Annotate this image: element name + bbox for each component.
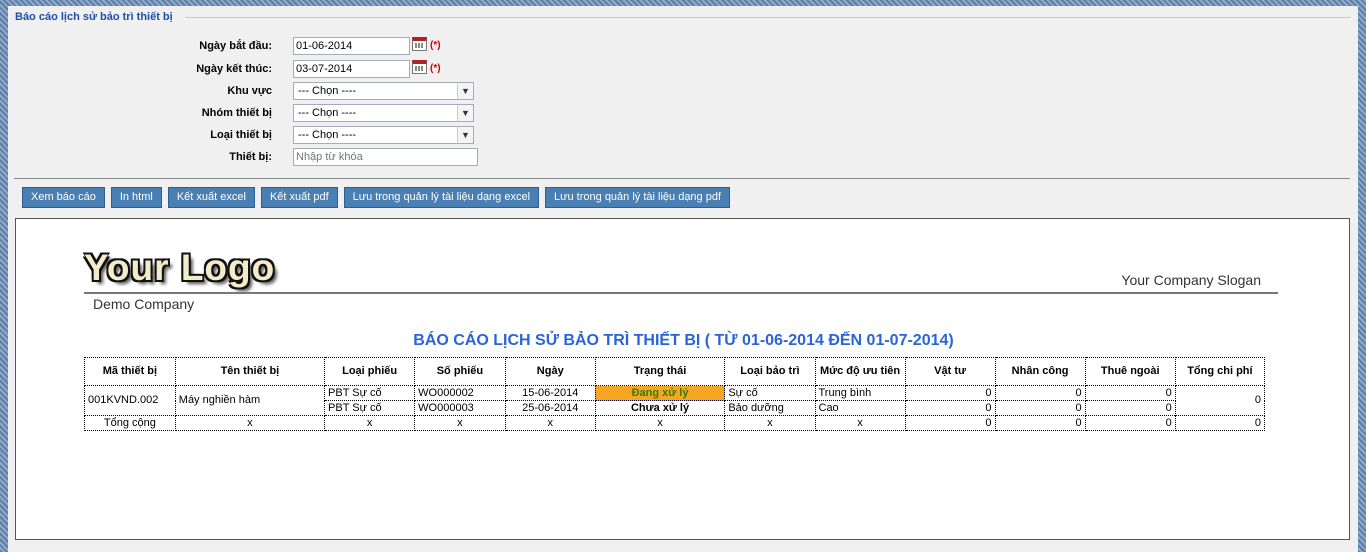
table-row: 001KVND.002 Máy nghiền hàm PBT Sự cố WO0… (84, 385, 1266, 416)
legend-divider (186, 17, 1350, 18)
chevron-down-icon[interactable]: ▼ (457, 127, 473, 143)
start-date-label: Ngày bắt đầu: (199, 40, 272, 52)
column-header: Tên thiết bị (174, 357, 326, 386)
start-date-input[interactable] (293, 37, 410, 55)
ticket-type-cell: PBT Sự cố (324, 400, 416, 416)
maintenance-history-table: Mã thiết bị Tên thiết bị Loại phiếu Số p… (84, 357, 1266, 431)
export-excel-button[interactable]: Kết xuất excel (167, 187, 255, 208)
save-excel-button[interactable]: Lưu trong quản lý tài liệu dạng excel (343, 187, 540, 208)
view-report-button[interactable]: Xem báo cáo (22, 187, 105, 208)
outsource-cost-cell: 0 (1084, 385, 1176, 401)
device-type-label: Loại thiết bị (210, 129, 272, 141)
placeholder-cell: x (814, 415, 906, 431)
report-title: BÁO CÁO LỊCH SỬ BẢO TRÌ THIẾT BỊ ( TỪ 01… (413, 332, 954, 349)
required-mark: (*) (430, 63, 441, 74)
panel-legend: Báo cáo lịch sử bảo trì thiết bị (15, 11, 179, 23)
priority-cell: Trung bình (814, 385, 906, 401)
placeholder-cell: x (174, 415, 326, 431)
placeholder-cell: x (504, 415, 596, 431)
labor-cost-cell: 0 (994, 385, 1086, 401)
company-logo: Your Logo (84, 247, 276, 288)
end-date-input[interactable] (293, 60, 410, 78)
placeholder-cell: x (324, 415, 416, 431)
device-group-select[interactable]: --- Chọn ---- ▼ (293, 104, 474, 122)
maintenance-type-cell: Bảo dưỡng (724, 400, 816, 416)
area-select-value: --- Chọn ---- (298, 85, 357, 97)
total-label-cell: Tổng cộng (84, 415, 176, 431)
column-header: Trạng thái (594, 357, 726, 386)
device-group-select-value: --- Chọn ---- (298, 107, 357, 119)
export-pdf-button[interactable]: Kết xuất pdf (260, 187, 338, 208)
total-row: Tổng cộng x x x x x x x 0 0 0 0 (84, 415, 1266, 431)
placeholder-cell: x (594, 415, 726, 431)
material-cost-cell: 0 (904, 400, 996, 416)
report-viewer: Your Logo Your Company Slogan Demo Compa… (15, 218, 1350, 540)
calendar-icon[interactable] (412, 37, 427, 51)
total-material-cell: 0 (904, 415, 996, 431)
ticket-type-cell: PBT Sự cố (324, 385, 416, 401)
chevron-down-icon[interactable]: ▼ (457, 83, 473, 99)
company-slogan: Your Company Slogan (1121, 272, 1261, 288)
column-header: Tổng chi phí (1174, 357, 1266, 386)
chevron-down-icon[interactable]: ▼ (457, 105, 473, 121)
placeholder-cell: x (414, 415, 506, 431)
priority-cell: Cao (814, 400, 906, 416)
column-header: Loại phiếu (324, 357, 416, 386)
required-mark: (*) (430, 40, 441, 51)
device-group-label: Nhóm thiết bị (201, 107, 272, 119)
total-outsource-cell: 0 (1084, 415, 1176, 431)
ticket-number-cell: WO000003 (414, 400, 506, 416)
start-date-row: Ngày bắt đầu: (*) (8, 37, 608, 57)
date-cell: 25-06-2014 (504, 400, 596, 416)
device-type-select-value: --- Chọn ---- (298, 129, 357, 141)
area-select[interactable]: --- Chọn ---- ▼ (293, 82, 474, 100)
table-header-row: Mã thiết bị Tên thiết bị Loại phiếu Số p… (84, 357, 1266, 386)
status-badge: Đang xử lý (594, 385, 726, 401)
outsource-cost-cell: 0 (1084, 400, 1176, 416)
device-search-input[interactable] (293, 148, 478, 166)
column-header: Loại bảo trì (724, 357, 816, 386)
area-row: Khu vực --- Chọn ---- ▼ (8, 82, 608, 102)
save-pdf-button[interactable]: Lưu trong quản lý tài liệu dạng pdf (545, 187, 731, 208)
column-header: Mức độ ưu tiên (814, 357, 906, 386)
device-type-select[interactable]: --- Chọn ---- ▼ (293, 126, 474, 144)
action-toolbar: Xem báo cáo In html Kết xuất excel Kết x… (22, 187, 731, 208)
total-labor-cell: 0 (994, 415, 1086, 431)
grand-total-cell: 0 (1174, 415, 1266, 431)
date-cell: 15-06-2014 (504, 385, 596, 401)
form-divider (14, 178, 1350, 179)
column-header: Vật tư (904, 357, 996, 386)
device-name-cell: Máy nghiền hàm (174, 385, 326, 416)
end-date-label: Ngày kết thúc: (196, 63, 272, 75)
report-panel: Báo cáo lịch sử bảo trì thiết bị Ngày bắ… (8, 6, 1358, 552)
column-header: Mã thiết bị (84, 357, 176, 386)
device-row: Thiết bị: (8, 148, 608, 168)
column-header: Thuê ngoài (1084, 357, 1176, 386)
print-html-button[interactable]: In html (110, 187, 162, 208)
material-cost-cell: 0 (904, 385, 996, 401)
ticket-number-cell: WO000002 (414, 385, 506, 401)
labor-cost-cell: 0 (994, 400, 1086, 416)
maintenance-type-cell: Sự cố (724, 385, 816, 401)
company-name: Demo Company (93, 296, 195, 312)
device-code-cell: 001KVND.002 (84, 385, 176, 416)
column-header: Ngày (504, 357, 596, 386)
header-rule (84, 292, 1278, 294)
device-type-row: Loại thiết bị --- Chọn ---- ▼ (8, 126, 608, 146)
device-label: Thiết bị: (229, 151, 272, 163)
calendar-icon[interactable] (412, 60, 427, 74)
status-badge: Chưa xử lý (594, 400, 726, 416)
total-cost-cell: 0 (1174, 385, 1266, 416)
end-date-row: Ngày kết thúc: (*) (8, 60, 608, 80)
column-header: Nhân công (994, 357, 1086, 386)
column-header: Số phiếu (414, 357, 506, 386)
placeholder-cell: x (724, 415, 816, 431)
area-label: Khu vực (227, 85, 272, 97)
device-group-row: Nhóm thiết bị --- Chọn ---- ▼ (8, 104, 608, 124)
